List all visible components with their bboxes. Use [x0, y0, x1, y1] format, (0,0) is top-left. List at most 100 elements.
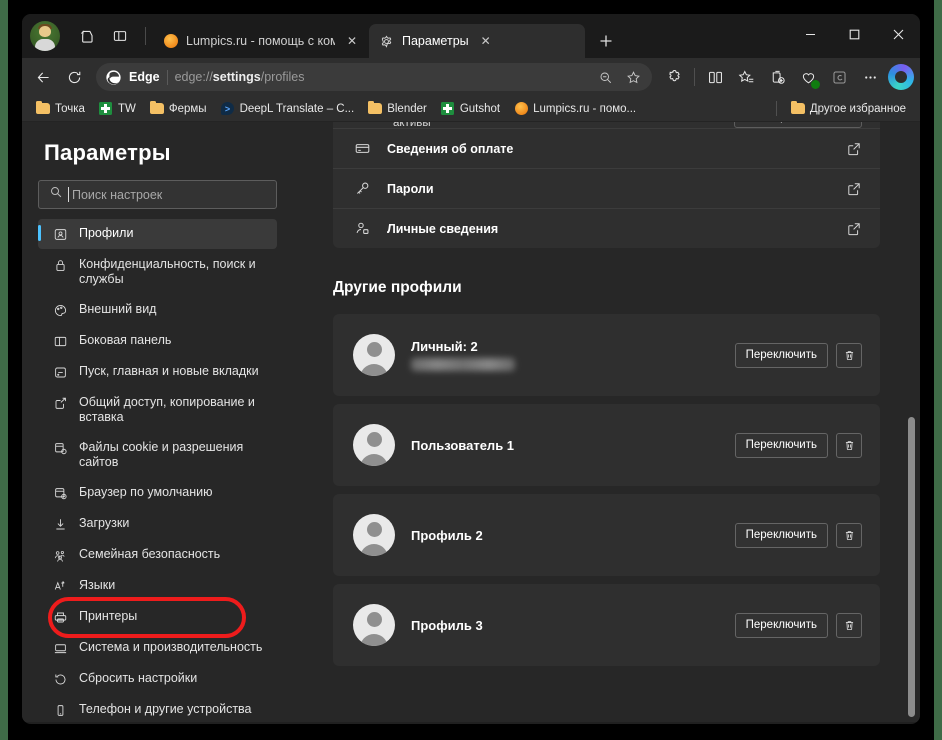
- switch-profile-button[interactable]: Переключить: [734, 612, 828, 638]
- bookmark-item[interactable]: TW: [93, 99, 142, 119]
- sidebar-item-family-safety[interactable]: Семейная безопасность: [38, 540, 277, 570]
- printers-icon: [52, 609, 68, 625]
- sidebar-icon: [52, 333, 68, 349]
- title-bar: Lumpics.ru - помощь с компьютером ✕ Пара…: [22, 14, 920, 58]
- sheets-icon: [441, 102, 455, 116]
- profile-email-blurred: [411, 358, 515, 371]
- wallet-row-personal-info[interactable]: Личные сведения: [333, 208, 880, 248]
- reset-settings-icon: [52, 671, 68, 687]
- sidebar-item-share-copy-paste[interactable]: Общий доступ, копирование и вставка: [38, 388, 277, 432]
- profile-name: Личный: 2: [411, 339, 478, 354]
- profile-row-1[interactable]: Пользователь 1 Переключить: [333, 404, 880, 486]
- copilot-icon[interactable]: [888, 64, 914, 90]
- new-tab-button[interactable]: [591, 26, 621, 56]
- tab-actions-menu-icon[interactable]: [104, 20, 136, 52]
- wallet-row-passwords[interactable]: Пароли: [333, 168, 880, 208]
- address-bar-url[interactable]: edge://settings/profiles: [175, 70, 585, 84]
- tab-close-icon[interactable]: ✕: [343, 32, 361, 50]
- bookmark-item[interactable]: Lumpics.ru - помо...: [508, 99, 642, 119]
- sidebar-item-label: Профили: [79, 226, 134, 240]
- sidebar-item-sidebar[interactable]: Боковая панель: [38, 326, 277, 356]
- wallet-row-label: Личные сведения: [387, 221, 499, 236]
- favorites-list-icon[interactable]: [731, 62, 761, 92]
- edge-sidebar-icon[interactable]: [824, 62, 854, 92]
- user-avatar[interactable]: [30, 21, 60, 51]
- sidebar-item-profiles[interactable]: Профили: [38, 219, 277, 249]
- folder-icon: [790, 100, 805, 116]
- browser-essentials-icon[interactable]: [793, 62, 823, 92]
- zoom-out-icon[interactable]: [592, 64, 618, 90]
- tab-close-icon[interactable]: ✕: [477, 32, 495, 50]
- sidebar-item-reset-settings[interactable]: Сбросить настройки: [38, 664, 277, 694]
- switch-profile-button[interactable]: Переключить: [734, 342, 828, 368]
- title-bar-separator: [145, 27, 146, 45]
- trash-icon[interactable]: [836, 432, 862, 458]
- sidebar-item-phone-devices[interactable]: Телефон и другие устройства: [38, 695, 277, 722]
- wallet-row-payment[interactable]: Сведения об оплате: [333, 128, 880, 168]
- sidebar-item-printers[interactable]: Принтеры: [38, 602, 277, 632]
- extensions-icon[interactable]: [659, 62, 689, 92]
- trash-icon[interactable]: [836, 522, 862, 548]
- sidebar-item-label: Внешний вид: [79, 302, 157, 316]
- split-screen-icon[interactable]: [700, 62, 730, 92]
- switch-profile-button[interactable]: Переключить: [734, 432, 828, 458]
- omnibox-divider: [166, 69, 168, 85]
- appearance-icon: [52, 302, 68, 318]
- profile-row-0[interactable]: Личный: 2 Переключить: [333, 314, 880, 396]
- more-options-icon[interactable]: [855, 62, 885, 92]
- collections-icon[interactable]: [762, 62, 792, 92]
- profile-row-2[interactable]: Профиль 2 Переключить: [333, 494, 880, 576]
- bookmark-item[interactable]: > DeepL Translate – С...: [215, 99, 361, 119]
- sidebar-item-system-performance[interactable]: Система и производительность: [38, 633, 277, 663]
- profile-row-3[interactable]: Профиль 3 Переключить: [333, 584, 880, 666]
- sidebar-item-appearance[interactable]: Внешний вид: [38, 295, 277, 325]
- sidebar-item-privacy[interactable]: Конфиденциальность, поиск и службы: [38, 250, 277, 294]
- open-wallet-button[interactable]: Открыть кошелек: [734, 122, 862, 128]
- lock-icon: [52, 257, 68, 273]
- tab-settings[interactable]: Параметры ✕: [369, 24, 585, 58]
- url-bold-segment: settings: [212, 70, 261, 84]
- bookmark-item[interactable]: Точка: [30, 99, 91, 119]
- wallet-icon: [742, 122, 755, 125]
- sidebar-item-label: Пуск, главная и новые вкладки: [79, 364, 259, 378]
- open-external-icon[interactable]: [846, 221, 862, 237]
- sidebar-item-label: Загрузки: [79, 516, 130, 530]
- sidebar-item-label: Телефон и другие устройства: [79, 702, 252, 716]
- sidebar-item-default-browser[interactable]: Браузер по умолчанию: [38, 478, 277, 508]
- trash-icon[interactable]: [836, 342, 862, 368]
- open-external-icon[interactable]: [846, 181, 862, 197]
- search-icon: [49, 185, 63, 204]
- navigation-toolbar: Edge edge://settings/profiles: [22, 58, 920, 96]
- open-external-icon[interactable]: [846, 141, 862, 157]
- minimize-button[interactable]: [788, 14, 832, 54]
- switch-profile-button[interactable]: Переключить: [734, 522, 828, 548]
- bookmarks-bar: Точка TW Фермы > DeepL Translate – С... …: [22, 96, 920, 122]
- wallet-summary-row: Кошелек безопасно сохраняет все ваши лич…: [333, 122, 880, 129]
- edge-logo-icon: [105, 69, 122, 86]
- bookmark-item[interactable]: Blender: [362, 99, 433, 119]
- favorite-star-icon[interactable]: [620, 64, 646, 90]
- sidebar-item-downloads[interactable]: Загрузки: [38, 509, 277, 539]
- page-scrollbar-thumb[interactable]: [908, 417, 915, 717]
- default-profile-avatar: [353, 334, 395, 376]
- tab-lumpics[interactable]: Lumpics.ru - помощь с компьютером ✕: [153, 24, 369, 58]
- trash-icon[interactable]: [836, 612, 862, 638]
- bookmark-item[interactable]: Gutshot: [435, 99, 506, 119]
- sidebar-item-cookies[interactable]: Файлы cookie и разрешения сайтов: [38, 433, 277, 477]
- bookmark-item[interactable]: Фермы: [144, 99, 213, 119]
- wallet-row-label: Пароли: [387, 181, 434, 196]
- refresh-icon[interactable]: [59, 62, 89, 92]
- sidebar-item-languages[interactable]: Языки: [38, 571, 277, 601]
- settings-gear-icon: [379, 34, 394, 49]
- search-input[interactable]: Поиск настроек: [38, 180, 277, 209]
- close-window-button[interactable]: [876, 14, 920, 54]
- sidebar-item-start-home[interactable]: Пуск, главная и новые вкладки: [38, 357, 277, 387]
- bookmark-other-favorites[interactable]: Другое избранное: [785, 99, 912, 119]
- bookmarks-divider: [775, 101, 777, 116]
- browser-window: Lumpics.ru - помощь с компьютером ✕ Пара…: [22, 14, 920, 724]
- address-bar[interactable]: Edge edge://settings/profiles: [96, 63, 652, 91]
- back-arrow-icon[interactable]: [28, 62, 58, 92]
- family-safety-icon: [52, 547, 68, 563]
- workspaces-icon[interactable]: [70, 20, 102, 52]
- maximize-button[interactable]: [832, 14, 876, 54]
